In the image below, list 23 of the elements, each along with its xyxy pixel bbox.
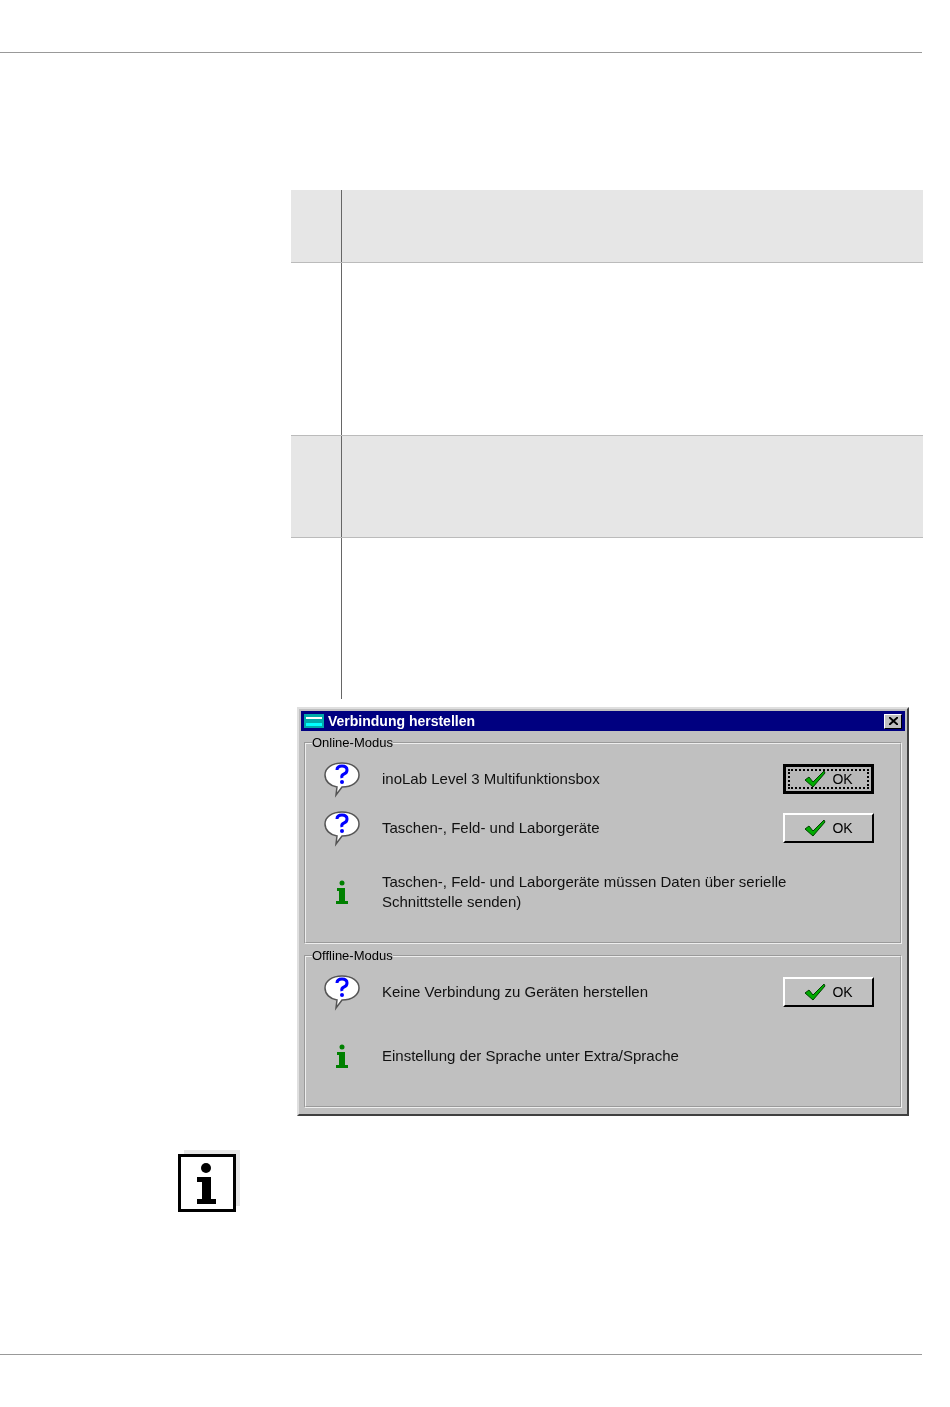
ok-button[interactable]: OK — [783, 763, 874, 794]
message-text: inoLab Level 3 Multifunktionsbox — [381, 768, 601, 789]
info-icon — [335, 880, 349, 904]
info-icon — [178, 1150, 240, 1212]
checkmark-icon — [804, 818, 827, 837]
checkmark-icon — [804, 769, 827, 788]
info-icon — [335, 1044, 349, 1068]
message-text: Einstellung der Sprache unter Extra/Sprache — [381, 1046, 679, 1066]
question-bubble-icon — [322, 759, 362, 798]
app-icon — [304, 714, 324, 728]
ok-button[interactable]: OK — [783, 812, 874, 843]
ok-button[interactable]: OK — [783, 976, 874, 1007]
message-text: Taschen-, Feld- und Laborgeräte müssen Daten über serielle Schnittstelle senden) — [381, 872, 788, 912]
question-bubble-icon — [322, 808, 362, 847]
close-button[interactable] — [884, 713, 902, 729]
close-icon — [888, 717, 898, 725]
checkmark-icon — [804, 982, 827, 1001]
message-text: Taschen-, Feld- und Laborgeräte — [381, 817, 601, 838]
question-bubble-icon — [322, 972, 362, 1011]
message-text: Keine Verbindung zu Geräten herstellen — [381, 981, 649, 1002]
group-label: Online-Modus — [312, 735, 393, 750]
window-title: Verbindung herstellen — [328, 713, 477, 729]
group-label: Offline-Modus — [312, 948, 393, 963]
